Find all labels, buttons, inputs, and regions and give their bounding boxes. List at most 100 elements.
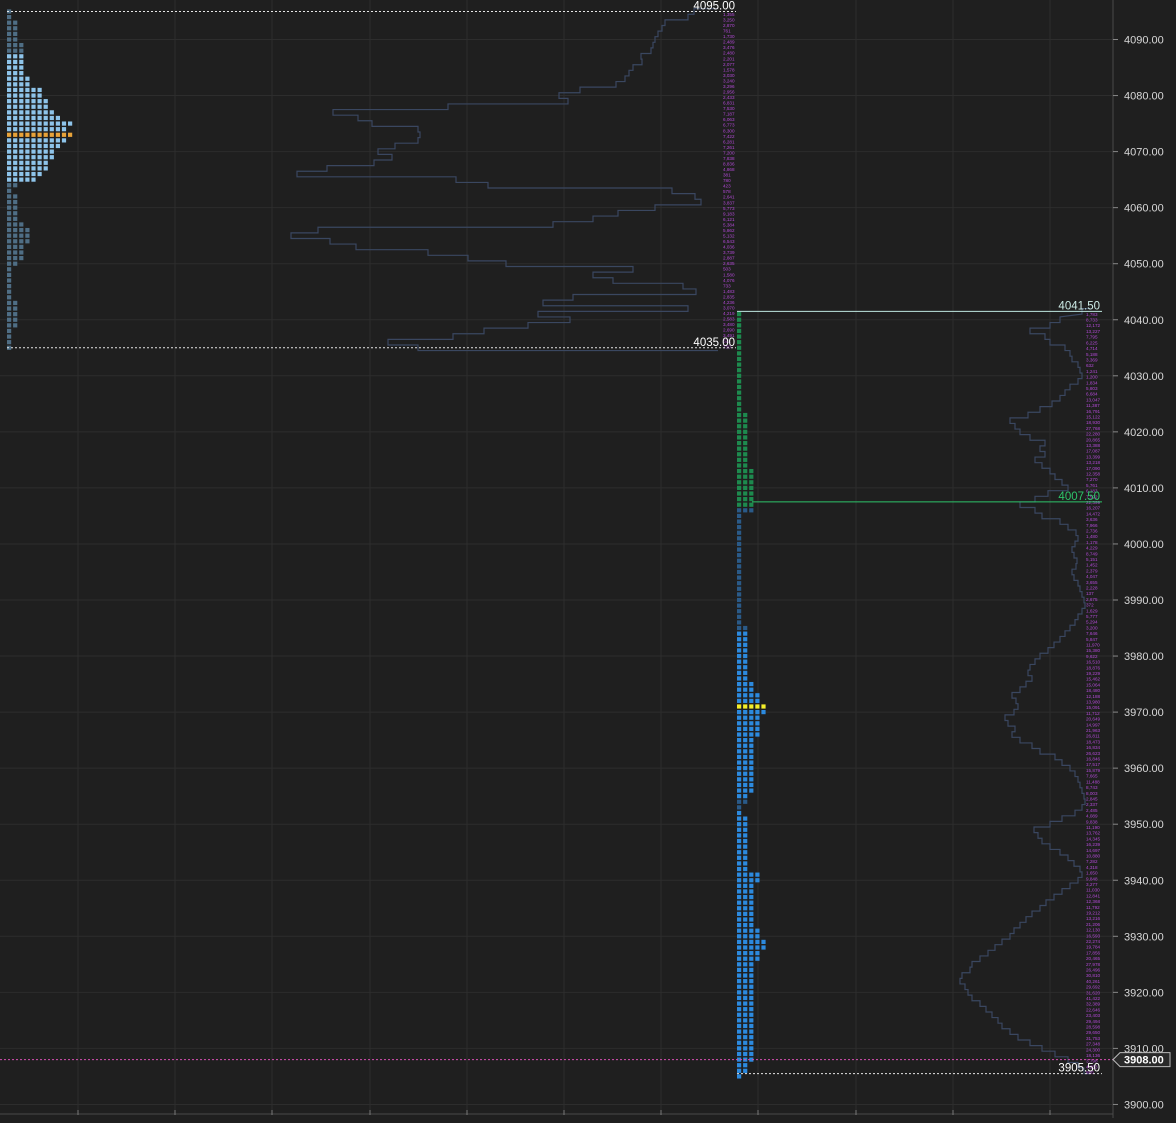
session-2-tpo[interactable] (737, 889, 742, 894)
session-1-tpo[interactable] (31, 115, 36, 121)
session-2-tpo[interactable] (743, 480, 748, 485)
session-2-tpo[interactable] (737, 312, 742, 317)
session-1-tpo[interactable] (7, 328, 12, 334)
session-1-tpo[interactable] (19, 48, 24, 53)
session-2-tpo[interactable] (737, 418, 742, 423)
session-2-tpo[interactable] (737, 1035, 742, 1040)
session-2-tpo[interactable] (737, 715, 742, 720)
session-2-tpo[interactable] (737, 771, 742, 776)
session-2-tpo[interactable] (737, 799, 742, 804)
session-1-tpo[interactable] (7, 37, 12, 42)
session-1-tpo[interactable] (31, 160, 36, 165)
session-1-tpo[interactable] (25, 138, 30, 143)
session-1-tpo[interactable] (13, 71, 18, 76)
session-1-tpo[interactable] (49, 121, 54, 126)
session-2-tpo[interactable] (737, 766, 742, 771)
session-2-tpo[interactable] (737, 485, 742, 490)
session-2-tpo[interactable] (749, 491, 754, 496)
session-2-tpo[interactable] (749, 468, 754, 474)
session-2-tpo[interactable] (755, 939, 760, 945)
session-2-tpo[interactable] (737, 575, 742, 580)
session-1-tpo[interactable] (37, 110, 42, 115)
session-2-tpo[interactable] (737, 872, 742, 877)
session-1-tpo[interactable] (25, 239, 30, 244)
session-2-tpo[interactable] (737, 468, 742, 474)
session-1-tpo[interactable] (19, 177, 24, 182)
session-2-tpo[interactable] (737, 373, 742, 378)
session-2-tpo[interactable] (737, 805, 742, 810)
session-2-tpo[interactable] (737, 894, 742, 900)
session-2-tpo[interactable] (743, 653, 748, 659)
session-2-tpo[interactable] (737, 384, 742, 390)
session-1-tpo[interactable] (61, 138, 67, 143)
session-2-tpo[interactable] (737, 547, 742, 552)
session-1-tpo[interactable] (43, 127, 48, 132)
session-2-tpo[interactable] (743, 508, 748, 513)
session-2-tpo[interactable] (743, 457, 748, 462)
session-1-tpo[interactable] (19, 222, 24, 227)
session-1-tpo[interactable] (7, 26, 12, 31)
session-2-tpo[interactable] (737, 1001, 742, 1006)
session-2-tpo[interactable] (737, 754, 742, 760)
session-2-tpo[interactable] (743, 1051, 748, 1057)
session-2-tpo[interactable] (737, 973, 742, 978)
session-2-tpo[interactable] (743, 446, 748, 451)
session-2-tpo[interactable] (737, 648, 742, 653)
session-1-tpo[interactable] (13, 166, 18, 171)
session-2-tpo[interactable] (749, 1012, 754, 1017)
session-2-tpo[interactable] (743, 693, 748, 698)
session-1-tpo[interactable] (7, 278, 12, 283)
session-2-tpo[interactable] (749, 979, 754, 984)
session-2-tpo[interactable] (749, 990, 754, 995)
session-2-tpo[interactable] (743, 782, 748, 788)
session-2-tpo[interactable] (737, 592, 742, 597)
session-2-tpo[interactable] (743, 827, 748, 832)
session-2-tpo[interactable] (749, 917, 754, 922)
session-2-tpo[interactable] (749, 973, 754, 978)
session-2-tpo[interactable] (737, 362, 742, 367)
session-2-tpo[interactable] (743, 468, 748, 474)
session-1-tpo[interactable] (25, 76, 30, 81)
session-2-tpo[interactable] (743, 1018, 748, 1023)
session-2-tpo[interactable] (737, 710, 742, 715)
session-2-tpo[interactable] (737, 900, 742, 905)
session-2-tpo[interactable] (743, 951, 748, 956)
session-1-tpo[interactable] (19, 233, 24, 238)
session-2-tpo[interactable] (743, 760, 748, 765)
session-2-tpo[interactable] (737, 827, 742, 832)
session-1-tpo[interactable] (43, 143, 48, 149)
session-2-tpo[interactable] (737, 732, 742, 737)
session-2-tpo[interactable] (749, 754, 754, 760)
session-2-tpo[interactable] (737, 446, 742, 451)
session-2-tpo[interactable] (737, 1040, 742, 1045)
session-1-tpo[interactable] (7, 199, 12, 205)
session-1-tpo[interactable] (13, 121, 18, 126)
session-1-tpo[interactable] (7, 295, 12, 300)
session-1-tpo[interactable] (68, 121, 73, 126)
session-1-tpo[interactable] (7, 194, 12, 199)
session-1-tpo[interactable] (13, 323, 18, 328)
session-2-poc-tpo[interactable] (749, 704, 754, 709)
session-2-tpo[interactable] (749, 760, 754, 765)
session-2-tpo[interactable] (743, 777, 748, 782)
session-1-tpo[interactable] (13, 149, 18, 154)
session-1-tpo[interactable] (7, 110, 12, 115)
session-2-tpo[interactable] (749, 1035, 754, 1040)
session-2-tpo[interactable] (749, 945, 754, 950)
session-1-tpo[interactable] (7, 87, 12, 93)
session-2-tpo[interactable] (743, 799, 748, 804)
session-2-tpo[interactable] (749, 1051, 754, 1057)
session-1-tpo[interactable] (25, 166, 30, 171)
session-2-tpo[interactable] (743, 866, 748, 872)
session-1-tpo[interactable] (13, 20, 18, 25)
session-2-tpo[interactable] (743, 855, 748, 860)
session-2-tpo[interactable] (743, 883, 748, 888)
session-2-tpo[interactable] (737, 838, 742, 844)
session-2-tpo[interactable] (743, 984, 748, 989)
session-2-tpo[interactable] (743, 642, 748, 647)
session-2-tpo[interactable] (743, 990, 748, 995)
session-1-tpo[interactable] (19, 110, 24, 115)
session-1-tpo[interactable] (7, 76, 12, 81)
session-1-tpo[interactable] (7, 289, 12, 294)
session-2-tpo[interactable] (755, 715, 760, 720)
